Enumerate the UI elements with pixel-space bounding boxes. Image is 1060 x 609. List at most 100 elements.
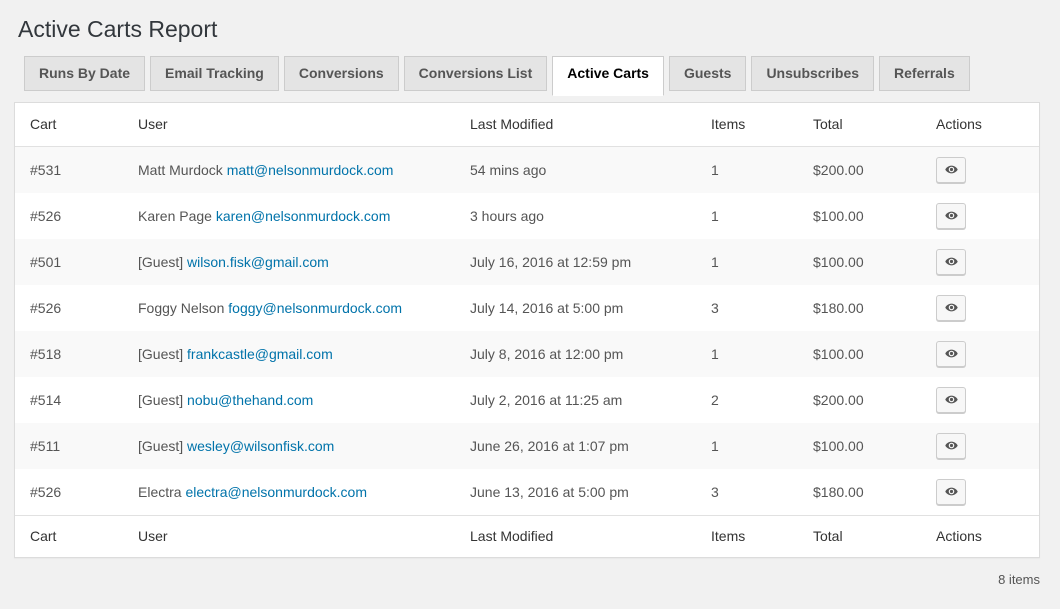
last-modified-cell: July 16, 2016 at 12:59 pm: [470, 254, 711, 270]
view-cart-button[interactable]: [936, 433, 966, 459]
column-header-items: Items: [711, 116, 813, 132]
tab[interactable]: Referrals: [879, 56, 970, 91]
cart-cell: #514: [30, 392, 138, 408]
items-cell: 3: [711, 484, 813, 500]
column-header-last-modified: Last Modified: [470, 116, 711, 132]
user-name: Karen Page: [138, 208, 212, 224]
user-name: [Guest]: [138, 392, 183, 408]
user-name: Foggy Nelson: [138, 300, 224, 316]
table-footer-row: Cart User Last Modified Items Total Acti…: [15, 515, 1039, 557]
footer-header-total: Total: [813, 528, 936, 544]
last-modified-cell: June 13, 2016 at 5:00 pm: [470, 484, 711, 500]
user-name: Matt Murdock: [138, 162, 223, 178]
email-link[interactable]: foggy@nelsonmurdock.com: [228, 300, 402, 316]
table-row: #526 Karen Page karen@nelsonmurdock.com …: [15, 193, 1039, 239]
tab-bar: Runs By Date Email Tracking Conversions …: [24, 56, 1040, 96]
eye-icon: [944, 346, 959, 361]
cart-cell: #518: [30, 346, 138, 362]
email-link[interactable]: nobu@thehand.com: [187, 392, 313, 408]
view-cart-button[interactable]: [936, 157, 966, 183]
eye-icon: [944, 208, 959, 223]
footer-header-actions: Actions: [936, 528, 1024, 544]
column-header-total: Total: [813, 116, 936, 132]
actions-cell: [936, 433, 1024, 459]
user-cell: [Guest] wesley@wilsonfisk.com: [138, 438, 470, 454]
column-header-actions: Actions: [936, 116, 1024, 132]
total-cell: $100.00: [813, 208, 936, 224]
tab[interactable]: Conversions: [284, 56, 399, 91]
eye-icon: [944, 484, 959, 499]
table-row: #514 [Guest] nobu@thehand.com July 2, 20…: [15, 377, 1039, 423]
cart-cell: #501: [30, 254, 138, 270]
items-count: 8 items: [0, 572, 1040, 587]
table-row: #526 Electra electra@nelsonmurdock.com J…: [15, 469, 1039, 515]
view-cart-button[interactable]: [936, 341, 966, 367]
footer-header-last-modified: Last Modified: [470, 528, 711, 544]
last-modified-cell: July 14, 2016 at 5:00 pm: [470, 300, 711, 316]
tab[interactable]: Conversions List: [404, 56, 548, 91]
user-cell: Matt Murdock matt@nelsonmurdock.com: [138, 162, 470, 178]
view-cart-button[interactable]: [936, 203, 966, 229]
actions-cell: [936, 157, 1024, 183]
email-link[interactable]: karen@nelsonmurdock.com: [216, 208, 391, 224]
user-name: Electra: [138, 484, 182, 500]
table-header-row: Cart User Last Modified Items Total Acti…: [15, 103, 1039, 147]
items-cell: 1: [711, 208, 813, 224]
last-modified-cell: 3 hours ago: [470, 208, 711, 224]
user-name: [Guest]: [138, 254, 183, 270]
total-cell: $200.00: [813, 392, 936, 408]
email-link[interactable]: electra@nelsonmurdock.com: [185, 484, 367, 500]
cart-cell: #511: [30, 438, 138, 454]
tab[interactable]: Guests: [669, 56, 746, 91]
items-cell: 1: [711, 438, 813, 454]
total-cell: $100.00: [813, 346, 936, 362]
user-name: [Guest]: [138, 438, 183, 454]
email-link[interactable]: wesley@wilsonfisk.com: [187, 438, 334, 454]
total-cell: $180.00: [813, 484, 936, 500]
user-cell: Foggy Nelson foggy@nelsonmurdock.com: [138, 300, 470, 316]
actions-cell: [936, 341, 1024, 367]
items-cell: 2: [711, 392, 813, 408]
user-cell: [Guest] wilson.fisk@gmail.com: [138, 254, 470, 270]
tab[interactable]: Runs By Date: [24, 56, 145, 91]
user-cell: Karen Page karen@nelsonmurdock.com: [138, 208, 470, 224]
last-modified-cell: June 26, 2016 at 1:07 pm: [470, 438, 711, 454]
table-body: #531 Matt Murdock matt@nelsonmurdock.com…: [15, 147, 1039, 515]
email-link[interactable]: wilson.fisk@gmail.com: [187, 254, 329, 270]
total-cell: $180.00: [813, 300, 936, 316]
actions-cell: [936, 295, 1024, 321]
email-link[interactable]: frankcastle@gmail.com: [187, 346, 333, 362]
view-cart-button[interactable]: [936, 249, 966, 275]
column-header-user: User: [138, 116, 470, 132]
items-cell: 1: [711, 346, 813, 362]
cart-cell: #531: [30, 162, 138, 178]
actions-cell: [936, 249, 1024, 275]
table-row: #531 Matt Murdock matt@nelsonmurdock.com…: [15, 147, 1039, 193]
view-cart-button[interactable]: [936, 387, 966, 413]
actions-cell: [936, 479, 1024, 505]
cart-cell: #526: [30, 300, 138, 316]
cart-cell: #526: [30, 208, 138, 224]
email-link[interactable]: matt@nelsonmurdock.com: [227, 162, 394, 178]
tab[interactable]: Email Tracking: [150, 56, 279, 91]
last-modified-cell: 54 mins ago: [470, 162, 711, 178]
items-cell: 3: [711, 300, 813, 316]
eye-icon: [944, 392, 959, 407]
column-header-cart: Cart: [30, 116, 138, 132]
footer-header-cart: Cart: [30, 528, 138, 544]
eye-icon: [944, 254, 959, 269]
last-modified-cell: July 2, 2016 at 11:25 am: [470, 392, 711, 408]
view-cart-button[interactable]: [936, 479, 966, 505]
view-cart-button[interactable]: [936, 295, 966, 321]
total-cell: $200.00: [813, 162, 936, 178]
user-cell: [Guest] frankcastle@gmail.com: [138, 346, 470, 362]
items-cell: 1: [711, 254, 813, 270]
active-carts-table: Cart User Last Modified Items Total Acti…: [14, 102, 1040, 558]
table-row: #501 [Guest] wilson.fisk@gmail.com July …: [15, 239, 1039, 285]
tab[interactable]: Active Carts: [552, 56, 664, 96]
table-row: #511 [Guest] wesley@wilsonfisk.com June …: [15, 423, 1039, 469]
page-title: Active Carts Report: [18, 0, 1060, 56]
tab[interactable]: Unsubscribes: [751, 56, 874, 91]
eye-icon: [944, 162, 959, 177]
user-cell: Electra electra@nelsonmurdock.com: [138, 484, 470, 500]
